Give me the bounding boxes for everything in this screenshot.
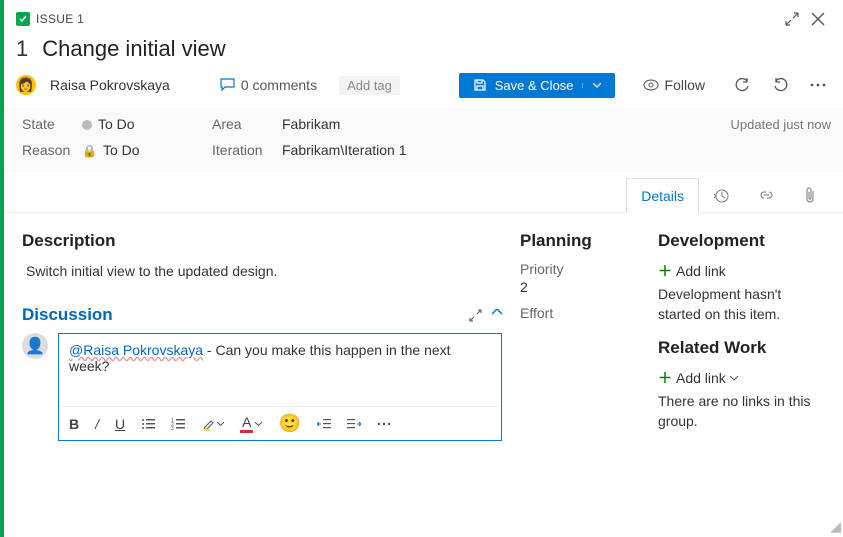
outdent-button[interactable] — [317, 418, 331, 430]
emoji-button[interactable]: 🙂 — [278, 413, 300, 434]
bold-button[interactable]: B — [69, 416, 79, 432]
description-text[interactable]: Switch initial view to the updated desig… — [22, 261, 502, 281]
font-color-button[interactable]: A — [240, 414, 262, 433]
tab-details[interactable]: Details — [626, 178, 699, 213]
link-icon — [759, 188, 774, 203]
svg-text:3: 3 — [171, 426, 174, 430]
state-value[interactable]: To Do — [82, 116, 212, 132]
tab-attachments[interactable] — [789, 178, 831, 212]
save-dropdown-caret[interactable] — [582, 83, 601, 88]
issue-type-icon — [16, 12, 30, 26]
italic-button[interactable]: / — [95, 416, 99, 432]
discussion-heading: Discussion — [22, 305, 113, 325]
iteration-label: Iteration — [212, 142, 282, 158]
related-heading: Related Work — [658, 338, 825, 358]
comments-count[interactable]: 0 comments — [220, 77, 317, 93]
eye-icon — [643, 79, 659, 91]
comment-icon — [220, 78, 235, 92]
save-icon — [473, 78, 487, 92]
area-label: Area — [212, 116, 282, 132]
development-text: Development hasn't started on this item. — [658, 285, 825, 324]
more-actions-icon[interactable] — [805, 72, 831, 98]
dev-add-link-button[interactable]: ＋ Add link — [658, 261, 726, 281]
follow-button[interactable]: Follow — [643, 77, 705, 93]
refresh-icon[interactable] — [729, 72, 755, 98]
comment-text-input[interactable]: @Raisa Pokrovskaya - Can you make this h… — [59, 334, 501, 406]
underline-button[interactable]: U — [115, 416, 125, 432]
current-user-avatar: 👤 — [22, 333, 48, 359]
planning-heading: Planning — [520, 231, 640, 251]
bullet-list-button[interactable] — [141, 418, 155, 430]
reason-value[interactable]: 🔒To Do — [82, 142, 212, 158]
assignee-name[interactable]: Raisa Pokrovskaya — [50, 77, 170, 93]
effort-label: Effort — [520, 305, 640, 321]
comment-editor[interactable]: @Raisa Pokrovskaya - Can you make this h… — [58, 333, 502, 441]
more-format-icon[interactable] — [377, 422, 391, 426]
undo-icon[interactable] — [767, 72, 793, 98]
plus-icon: ＋ — [658, 261, 672, 281]
iteration-value[interactable]: Fabrikam\Iteration 1 — [282, 142, 731, 158]
discussion-expand-icon[interactable] — [469, 309, 482, 322]
assignee-avatar[interactable]: 👩 — [16, 75, 36, 95]
description-heading: Description — [22, 231, 502, 251]
updated-text: Updated just now — [731, 117, 831, 132]
tab-links[interactable] — [744, 178, 789, 212]
highlight-button[interactable] — [201, 417, 224, 431]
plus-icon: ＋ — [658, 368, 672, 388]
add-tag-button[interactable]: Add tag — [339, 76, 400, 95]
priority-label: Priority — [520, 261, 640, 277]
work-item-id: 1 — [16, 36, 28, 62]
number-list-button[interactable]: 123 — [171, 418, 185, 430]
state-label: State — [22, 116, 82, 132]
discussion-collapse-icon[interactable] — [492, 309, 502, 322]
close-icon[interactable] — [805, 6, 831, 32]
work-item-title[interactable]: Change initial view — [42, 36, 225, 62]
attachment-icon — [804, 187, 816, 203]
history-icon — [714, 188, 729, 203]
resize-grip-icon[interactable]: ◢ — [830, 518, 841, 535]
lock-icon: 🔒 — [82, 144, 97, 158]
issue-type-label: ISSUE 1 — [36, 12, 84, 26]
priority-value[interactable]: 2 — [520, 279, 640, 295]
area-value[interactable]: Fabrikam — [282, 116, 731, 132]
expand-icon[interactable] — [779, 6, 805, 32]
chevron-down-icon — [730, 376, 738, 381]
save-close-button[interactable]: Save & Close — [459, 73, 615, 98]
reason-label: Reason — [22, 142, 82, 158]
development-heading: Development — [658, 231, 825, 251]
tab-history[interactable] — [699, 178, 744, 212]
mention[interactable]: @Raisa Pokrovskaya — [69, 342, 203, 358]
related-text: There are no links in this group. — [658, 392, 825, 431]
related-add-link-button[interactable]: ＋ Add link — [658, 368, 738, 388]
indent-button[interactable] — [347, 418, 361, 430]
